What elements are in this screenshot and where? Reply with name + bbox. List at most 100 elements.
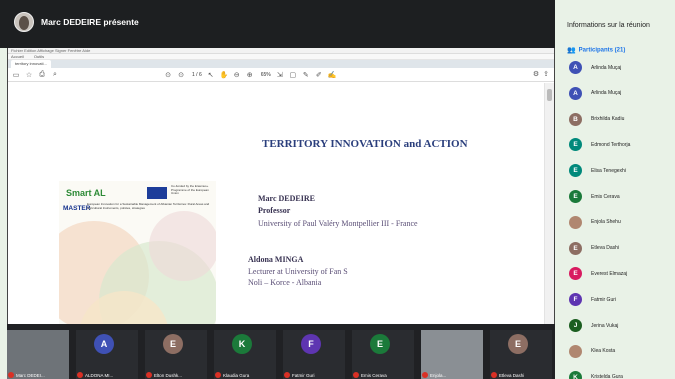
participant-avatar: A	[569, 61, 582, 74]
star-icon[interactable]: ☆	[25, 71, 33, 79]
tile-name: Etleva Dashi	[499, 373, 525, 378]
mic-muted-icon	[77, 372, 83, 378]
pdf-toolbar: ▭ ☆ ⎙ ⌕ ⊙ ⊙ 1 / 6 ↖ ✋ ⊖ ⊕ 65% ⇲ ▢ ✎ ✐ ✍ …	[8, 68, 554, 82]
participant-item[interactable]: F Fatmir Guri	[569, 293, 616, 307]
mic-muted-icon	[284, 372, 290, 378]
page-indicator[interactable]: 1 / 6	[192, 72, 202, 78]
author1-affiliation: University of Paul Valéry Montpellier II…	[258, 219, 418, 228]
participant-item[interactable]: E Elisa Tenegexhi	[569, 164, 626, 178]
tile-name: Emis Cerava	[361, 373, 387, 378]
participant-name: Klea Kosta	[591, 348, 616, 355]
author1-name: Marc DEDEIRE	[258, 194, 315, 203]
participant-item[interactable]: J Jerina Vukaj	[569, 319, 618, 332]
participant-name: Enjola Shehu	[591, 219, 621, 226]
participant-item[interactable]: E Emis Cerava	[569, 190, 620, 203]
participant-avatar: J	[569, 319, 582, 332]
tile-avatar: E	[163, 334, 183, 354]
tile-name: Marc DEDEI...	[16, 373, 45, 378]
participant-item[interactable]: E Everest Elmazaj	[569, 267, 627, 281]
participant-name: Emis Cerava	[591, 193, 620, 200]
page-down-icon[interactable]: ⊙	[177, 71, 185, 79]
meeting-app: Marc DEDEIRE présente Fichier Edition Af…	[0, 0, 675, 379]
mic-muted-icon	[215, 372, 221, 378]
participant-item[interactable]: Enjola Shehu	[569, 215, 621, 229]
viewer-tab-tools[interactable]: Outils	[34, 54, 44, 59]
participant-tile[interactable]: E Elton Dushk...	[145, 330, 207, 379]
author1-title: Professor	[258, 206, 291, 215]
eu-flag	[147, 187, 167, 199]
tile-avatar: E	[370, 334, 390, 354]
mic-muted-icon	[146, 372, 152, 378]
participant-tile[interactable]: F Fatmir Guri	[283, 330, 345, 379]
slide-title: TERRITORY INNOVATION and ACTION	[262, 138, 468, 150]
presenter-name: Marc DEDEIRE présente	[41, 17, 139, 27]
viewer-tab-home[interactable]: Accueil	[11, 54, 24, 59]
participant-avatar: B	[569, 112, 582, 126]
page-up-icon[interactable]: ⊙	[164, 71, 172, 79]
print-icon[interactable]: ⎙	[38, 71, 46, 79]
share-icon[interactable]: ⇪	[543, 70, 549, 78]
participant-item[interactable]: B Brixhilda Kadiu	[569, 112, 625, 126]
participant-name: Jerina Vukaj	[591, 322, 619, 329]
participant-tile[interactable]: Marc DEDEI...	[7, 330, 69, 379]
participant-item[interactable]: A Arlinda Muçaj	[569, 61, 621, 74]
mic-muted-icon	[353, 372, 359, 378]
participant-tile[interactable]: E Emis Cerava	[352, 330, 414, 379]
sidebar-title: Informations sur la réunion	[567, 22, 650, 29]
hand-icon[interactable]: ✋	[220, 71, 229, 79]
participant-name: Brixhilda Kadiu	[591, 116, 625, 123]
scrollbar-thumb[interactable]	[547, 89, 552, 101]
tile-name: ALDONA MI...	[85, 373, 114, 378]
participant-avatar: F	[569, 293, 582, 307]
people-icon: 👥	[567, 47, 576, 54]
presenter-avatar	[14, 12, 34, 32]
participants-label: Participants (21)	[578, 47, 626, 54]
participant-tiles: Marc DEDEI... A ALDONA MI... E Elton Dushk..…	[7, 324, 555, 379]
mic-muted-icon	[422, 372, 428, 378]
cursor-icon[interactable]: ↖	[207, 71, 215, 79]
participant-tile[interactable]: E Etleva Dashi	[490, 330, 552, 379]
tile-avatar: E	[508, 334, 528, 354]
participant-avatar: E	[569, 190, 582, 203]
participant-avatar	[569, 215, 582, 229]
presenter-bar: Marc DEDEIRE présente	[0, 0, 555, 48]
pdf-scrollbar[interactable]	[544, 83, 554, 324]
author2-title: Lecturer at University of Fan S	[248, 267, 348, 276]
mic-muted-icon	[8, 372, 14, 378]
search-icon[interactable]: ⌕	[51, 71, 59, 79]
pen-icon[interactable]: ✎	[302, 71, 310, 79]
participant-tile[interactable]: A ALDONA MI...	[76, 330, 138, 379]
participant-item[interactable]: A Arlinda Muçaj	[569, 86, 621, 100]
participant-item[interactable]: Klea Kosta	[569, 344, 616, 358]
participant-tile[interactable]: Enjola...	[421, 330, 483, 379]
mic-muted-icon	[491, 372, 497, 378]
comment-icon[interactable]: ▢	[289, 71, 297, 79]
save-icon[interactable]: ▭	[12, 71, 20, 79]
participant-avatar: K	[569, 370, 582, 379]
participant-avatar: E	[569, 138, 582, 152]
pdf-page: TERRITORY INNOVATION and ACTION Smart AL…	[8, 83, 546, 357]
decor-circle	[149, 211, 216, 281]
master-subtitle: European Innovation for a Sustainable Ma…	[87, 202, 210, 210]
participant-item[interactable]: E Etleva Dashi	[569, 241, 619, 255]
participant-item[interactable]: K Kristelda Gura	[569, 370, 623, 379]
tile-avatar: A	[94, 334, 114, 354]
participants-header[interactable]: 👥 Participants (21)	[567, 46, 625, 54]
document-tab[interactable]: territory innovati...	[11, 60, 51, 68]
zoom-out-icon[interactable]: ⊖	[233, 71, 241, 79]
settings-icon[interactable]: ⚙	[533, 70, 539, 78]
tile-name: Fatmir Guri	[292, 373, 315, 378]
participant-avatar: E	[569, 267, 582, 281]
participant-tile[interactable]: K Klaudia Gura	[214, 330, 276, 379]
participant-name: Elisa Tenegexhi	[591, 167, 626, 174]
zoom-level[interactable]: 65%	[261, 72, 271, 78]
participant-name: Edmond Terthorja	[591, 141, 631, 148]
fit-icon[interactable]: ⇲	[276, 71, 284, 79]
viewer-right-tools: ⚙ ⇪	[533, 70, 549, 78]
participant-name: Kristelda Gura	[591, 374, 623, 379]
zoom-in-icon[interactable]: ⊕	[246, 71, 254, 79]
sign-icon[interactable]: ✍	[328, 71, 337, 79]
shared-screen[interactable]: Fichier Edition Affichage Signer Fenêtre…	[7, 48, 555, 357]
participant-item[interactable]: E Edmond Terthorja	[569, 138, 631, 152]
highlight-icon[interactable]: ✐	[315, 71, 323, 79]
